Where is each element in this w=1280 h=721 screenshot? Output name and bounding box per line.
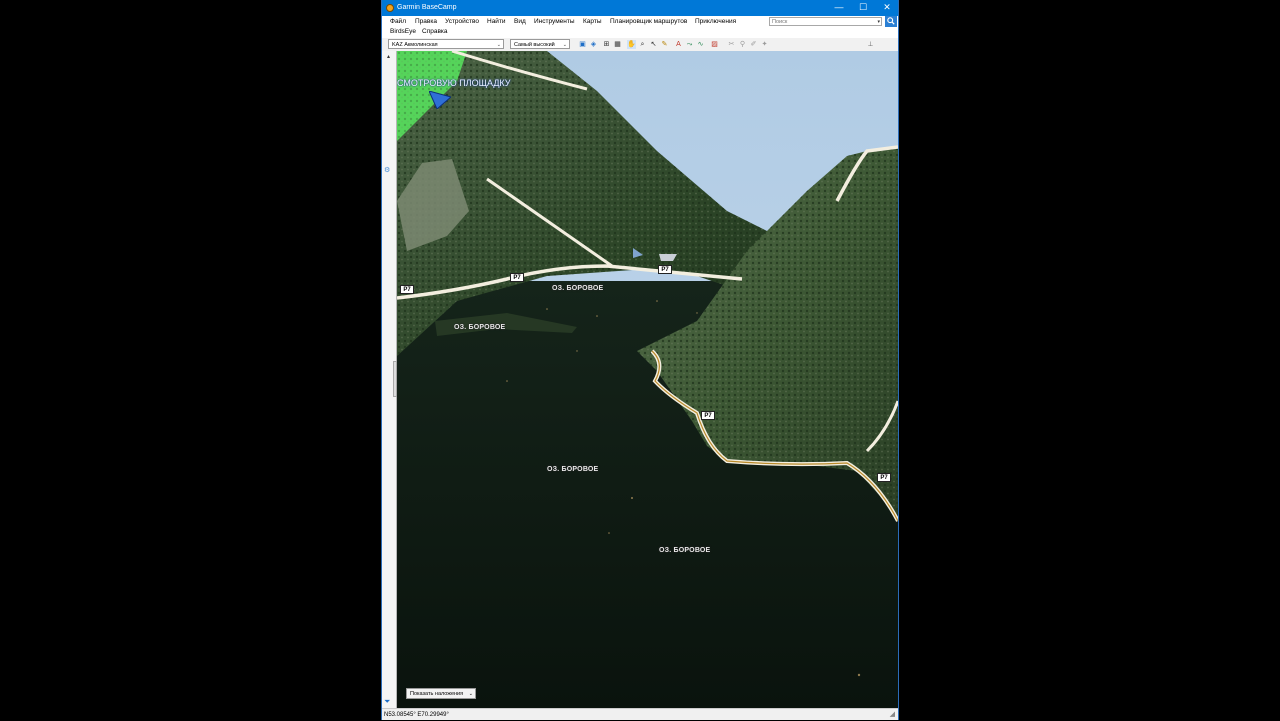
map-product-value: KAZ Акмолинская xyxy=(392,42,438,48)
measure-tool-icon[interactable]: ✎ xyxy=(660,40,669,49)
join-tool-icon: ⚲ xyxy=(739,41,746,48)
search-input[interactable]: Поиск ▾ xyxy=(769,17,882,26)
select-tool-icon[interactable]: ↖ xyxy=(649,40,658,49)
menu-view[interactable]: Вид xyxy=(514,18,526,25)
chevron-down-icon: ⌄ xyxy=(468,691,473,697)
menu-tools[interactable]: Инструменты xyxy=(534,18,575,25)
lake-label: ОЗ. БОРОВОЕ xyxy=(547,466,599,473)
settings-icon[interactable]: ⚙ xyxy=(384,166,390,174)
route-badge: Р7 xyxy=(400,285,414,294)
chevron-down-icon: ⌄ xyxy=(496,42,501,48)
menu-adventures[interactable]: Приключения xyxy=(695,18,736,25)
terrain-3d-render xyxy=(397,51,898,708)
panel-scroll-up-icon[interactable]: ▴ xyxy=(387,53,390,60)
map-product-select[interactable]: KAZ Акмолинская ⌄ xyxy=(388,39,504,49)
menu-help[interactable]: Справка xyxy=(422,28,448,35)
zoom-tool-icon[interactable]: ⌕ xyxy=(638,40,647,49)
pin-icon[interactable]: ⟂ xyxy=(866,40,875,49)
grid-icon[interactable]: ▦ xyxy=(613,40,622,49)
3d-map-icon[interactable]: ◈ xyxy=(589,40,598,49)
menu-birdseye[interactable]: BirdsEye xyxy=(390,28,416,35)
filter-icon[interactable]: ⏷ xyxy=(384,697,390,707)
lake-label: ОЗ. БОРОВОЕ xyxy=(659,547,711,554)
window-title: Garmin BaseCamp xyxy=(397,4,457,11)
poi-label[interactable]: СМОТРОВУЮ ПЛОЩАДКУ xyxy=(397,78,510,88)
waypoint-tool-icon[interactable]: A xyxy=(674,40,683,49)
menu-route-planner[interactable]: Планировщик маршрутов xyxy=(610,18,687,25)
show-overlays-label: Показать наложения xyxy=(410,691,464,697)
route-tool-icon[interactable]: ⤳ xyxy=(685,40,694,49)
cursor-coordinates: N53.08545° E70.29949° xyxy=(384,712,449,718)
search-dropdown-icon[interactable]: ▾ xyxy=(877,18,880,27)
menu-find[interactable]: Найти xyxy=(487,18,506,25)
chevron-down-icon: ⌄ xyxy=(562,42,567,48)
menu-device[interactable]: Устройство xyxy=(445,18,479,25)
menu-edit[interactable]: Правка xyxy=(415,18,437,25)
basecamp-app-icon xyxy=(386,4,394,12)
2d-map-icon[interactable]: ▣ xyxy=(578,40,587,49)
erase-tool-icon[interactable]: ▨ xyxy=(710,40,719,49)
detail-level-select[interactable]: Самый высокий ⌄ xyxy=(510,39,570,49)
search-icon xyxy=(887,17,895,25)
minimize-button[interactable]: — xyxy=(827,0,851,16)
show-overlays-button[interactable]: Показать наложения ⌄ xyxy=(406,688,476,699)
lake-label: ОЗ. БОРОВОЕ xyxy=(454,324,506,331)
fit-view-icon[interactable]: ⊞ xyxy=(602,40,611,49)
edit-tool-icon: ✐ xyxy=(750,41,757,48)
route-badge: Р7 xyxy=(877,473,891,482)
viewpoint-marker-icon[interactable] xyxy=(429,91,451,109)
menu-maps[interactable]: Карты xyxy=(583,18,602,25)
library-panel-collapsed[interactable]: ▴ ⚙ ⏷ xyxy=(382,51,397,708)
title-bar[interactable]: Garmin BaseCamp — ☐ ✕ xyxy=(382,0,898,16)
lake-label: ОЗ. БОРОВОЕ xyxy=(552,285,604,292)
route-badge: Р7 xyxy=(510,273,524,282)
connect-tool-icon: ✦ xyxy=(761,41,768,48)
close-button[interactable]: ✕ xyxy=(875,0,899,16)
maximize-button[interactable]: ☐ xyxy=(851,0,875,16)
basecamp-window: Garmin BaseCamp — ☐ ✕ Файл Правка Устрой… xyxy=(381,0,899,720)
search-placeholder: Поиск xyxy=(772,19,788,25)
detail-level-value: Самый высокий xyxy=(514,42,555,48)
divide-tool-icon: ✂ xyxy=(728,41,735,48)
menu-file[interactable]: Файл xyxy=(390,18,406,25)
toolbar: KAZ Акмолинская ⌄ Самый высокий ⌄ ▣ ◈ ⊞ … xyxy=(382,38,898,52)
search-button[interactable] xyxy=(885,16,897,27)
resize-grip-icon[interactable]: ◢ xyxy=(890,709,895,721)
route-badge: Р7 xyxy=(701,411,715,420)
hand-tool-icon[interactable]: ✋ xyxy=(627,40,636,49)
track-tool-icon[interactable]: ∿ xyxy=(696,40,705,49)
map-view-3d[interactable]: СМОТРОВУЮ ПЛОЩАДКУ ОЗ. БОРОВОЕ ОЗ. БОРОВ… xyxy=(397,51,898,708)
route-badge: Р7 xyxy=(658,265,672,274)
status-bar: N53.08545° E70.29949° ◢ xyxy=(382,708,898,720)
